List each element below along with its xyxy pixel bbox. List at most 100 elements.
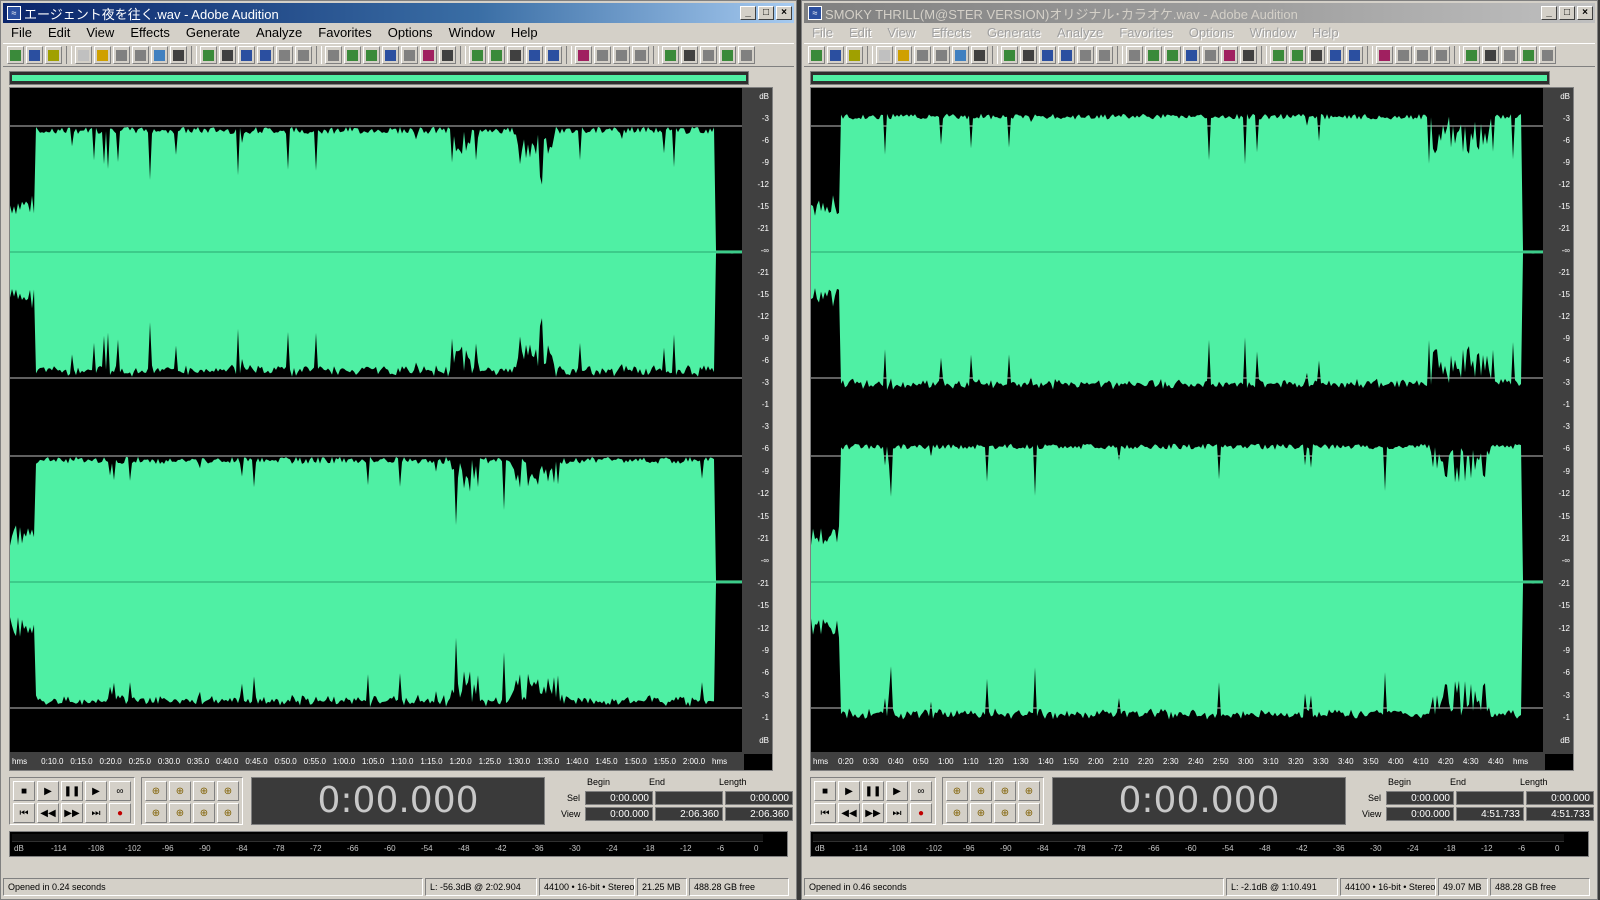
view-length-field[interactable]: 4:51.733 <box>1526 807 1594 821</box>
toolbar-button[interactable] <box>1020 46 1037 64</box>
toolbar-button[interactable] <box>1202 46 1219 64</box>
toolbar-button[interactable] <box>469 46 486 64</box>
toolbar-button[interactable] <box>1501 46 1518 64</box>
zoom-out-icon[interactable]: ⊕ <box>169 781 191 801</box>
toolbar-button[interactable] <box>613 46 630 64</box>
toolbar-button[interactable] <box>1289 46 1306 64</box>
menu-analyze[interactable]: Analyze <box>1049 25 1111 40</box>
toolbar-button[interactable] <box>1221 46 1238 64</box>
menu-analyze[interactable]: Analyze <box>248 25 310 40</box>
overview-range[interactable] <box>12 75 746 81</box>
toolbar-button[interactable] <box>1164 46 1181 64</box>
toolbar-button[interactable] <box>200 46 217 64</box>
toolbar-button[interactable] <box>1308 46 1325 64</box>
toolbar-button[interactable] <box>401 46 418 64</box>
toolbar-button[interactable] <box>575 46 592 64</box>
minimize-button[interactable]: _ <box>1541 6 1557 20</box>
view-end-field[interactable]: 2:06.360 <box>655 807 723 821</box>
toolbar-button[interactable] <box>632 46 649 64</box>
zoom-selection-icon[interactable]: ⊕ <box>217 781 239 801</box>
toolbar-button[interactable] <box>257 46 274 64</box>
menu-favorites[interactable]: Favorites <box>1111 25 1180 40</box>
toolbar-button[interactable] <box>1270 46 1287 64</box>
loop-button[interactable]: ∞ <box>910 781 932 801</box>
toolbar-button[interactable] <box>1376 46 1393 64</box>
toolbar-button[interactable] <box>808 46 825 64</box>
left-channel[interactable] <box>10 102 744 402</box>
toolbar-button[interactable] <box>1058 46 1075 64</box>
right-channel[interactable] <box>811 432 1545 732</box>
toolbar-button[interactable] <box>75 46 92 64</box>
toolbar-button[interactable] <box>439 46 456 64</box>
left-channel[interactable] <box>811 102 1545 402</box>
menu-edit[interactable]: Edit <box>40 25 78 40</box>
zoom-in-icon[interactable]: ⊕ <box>145 781 167 801</box>
toolbar-button[interactable] <box>914 46 931 64</box>
toolbar-button[interactable] <box>827 46 844 64</box>
zoom-vertical-out-icon[interactable]: ⊕ <box>217 803 239 823</box>
menu-help[interactable]: Help <box>1304 25 1347 40</box>
toolbar-button[interactable] <box>1414 46 1431 64</box>
toolbar-button[interactable] <box>1096 46 1113 64</box>
toolbar-button[interactable] <box>295 46 312 64</box>
zoom-selection-icon[interactable]: ⊕ <box>1018 781 1040 801</box>
waveform-display[interactable]: dB -3 -6 -9 -12 -15 -21 -∞ -21 -15 -12 -9 -6 -3 -1 -3 -6… <box>9 87 773 771</box>
toolbar-button[interactable] <box>1463 46 1480 64</box>
audition-window-1[interactable]: ≈ エージェント夜を往く.wav - Adobe Audition _ □ × File E… <box>0 0 797 900</box>
toolbar-button[interactable] <box>662 46 679 64</box>
sel-end-field[interactable] <box>655 791 723 805</box>
toolbar-button[interactable] <box>325 46 342 64</box>
play-to-end-button[interactable]: ▶ <box>886 781 908 801</box>
sel-begin-field[interactable]: 0:00.000 <box>585 791 653 805</box>
view-end-field[interactable]: 4:51.733 <box>1456 807 1524 821</box>
toolbar-button[interactable] <box>681 46 698 64</box>
sel-length-field[interactable]: 0:00.000 <box>1526 791 1594 805</box>
zoom-out-icon[interactable]: ⊕ <box>970 781 992 801</box>
right-channel[interactable] <box>10 432 744 732</box>
go-end-button[interactable]: ⏭ <box>85 803 107 823</box>
toolbar-button[interactable] <box>1183 46 1200 64</box>
toolbar-button[interactable] <box>1001 46 1018 64</box>
audition-app-icon[interactable]: ≈ <box>808 6 822 20</box>
close-button[interactable]: × <box>776 6 792 20</box>
toolbar-button[interactable] <box>1539 46 1556 64</box>
audition-app-icon[interactable]: ≈ <box>7 6 21 20</box>
toolbar-button[interactable] <box>895 46 912 64</box>
view-length-field[interactable]: 2:06.360 <box>725 807 793 821</box>
zoom-vertical-out-icon[interactable]: ⊕ <box>1018 803 1040 823</box>
toolbar-button[interactable] <box>971 46 988 64</box>
toolbar-button[interactable] <box>132 46 149 64</box>
menu-file[interactable]: File <box>804 25 841 40</box>
toolbar-button[interactable] <box>594 46 611 64</box>
zoom-right-icon[interactable]: ⊕ <box>970 803 992 823</box>
play-button[interactable]: ▶ <box>838 781 860 801</box>
toolbar-button[interactable] <box>876 46 893 64</box>
menu-effects[interactable]: Effects <box>122 25 178 40</box>
rewind-button[interactable]: ◀◀ <box>838 803 860 823</box>
loop-button[interactable]: ∞ <box>109 781 131 801</box>
menu-view[interactable]: View <box>879 25 923 40</box>
play-button[interactable]: ▶ <box>37 781 59 801</box>
overview-range[interactable] <box>813 75 1547 81</box>
toolbar-button[interactable] <box>344 46 361 64</box>
toolbar-button[interactable] <box>420 46 437 64</box>
menu-window[interactable]: Window <box>441 25 503 40</box>
zoom-right-icon[interactable]: ⊕ <box>169 803 191 823</box>
toolbar-button[interactable] <box>1395 46 1412 64</box>
zoom-vertical-in-icon[interactable]: ⊕ <box>994 803 1016 823</box>
menu-generate[interactable]: Generate <box>178 25 248 40</box>
toolbar-button[interactable] <box>1482 46 1499 64</box>
menu-edit[interactable]: Edit <box>841 25 879 40</box>
toolbar-button[interactable] <box>545 46 562 64</box>
zoom-left-icon[interactable]: ⊕ <box>145 803 167 823</box>
toolbar-button[interactable] <box>1346 46 1363 64</box>
go-start-button[interactable]: ⏮ <box>13 803 35 823</box>
maximize-button[interactable]: □ <box>1559 6 1575 20</box>
toolbar-button[interactable] <box>933 46 950 64</box>
sel-begin-field[interactable]: 0:00.000 <box>1386 791 1454 805</box>
menu-window[interactable]: Window <box>1242 25 1304 40</box>
overview-bar[interactable] <box>810 71 1550 85</box>
rewind-button[interactable]: ◀◀ <box>37 803 59 823</box>
toolbar-button[interactable] <box>113 46 130 64</box>
menu-generate[interactable]: Generate <box>979 25 1049 40</box>
